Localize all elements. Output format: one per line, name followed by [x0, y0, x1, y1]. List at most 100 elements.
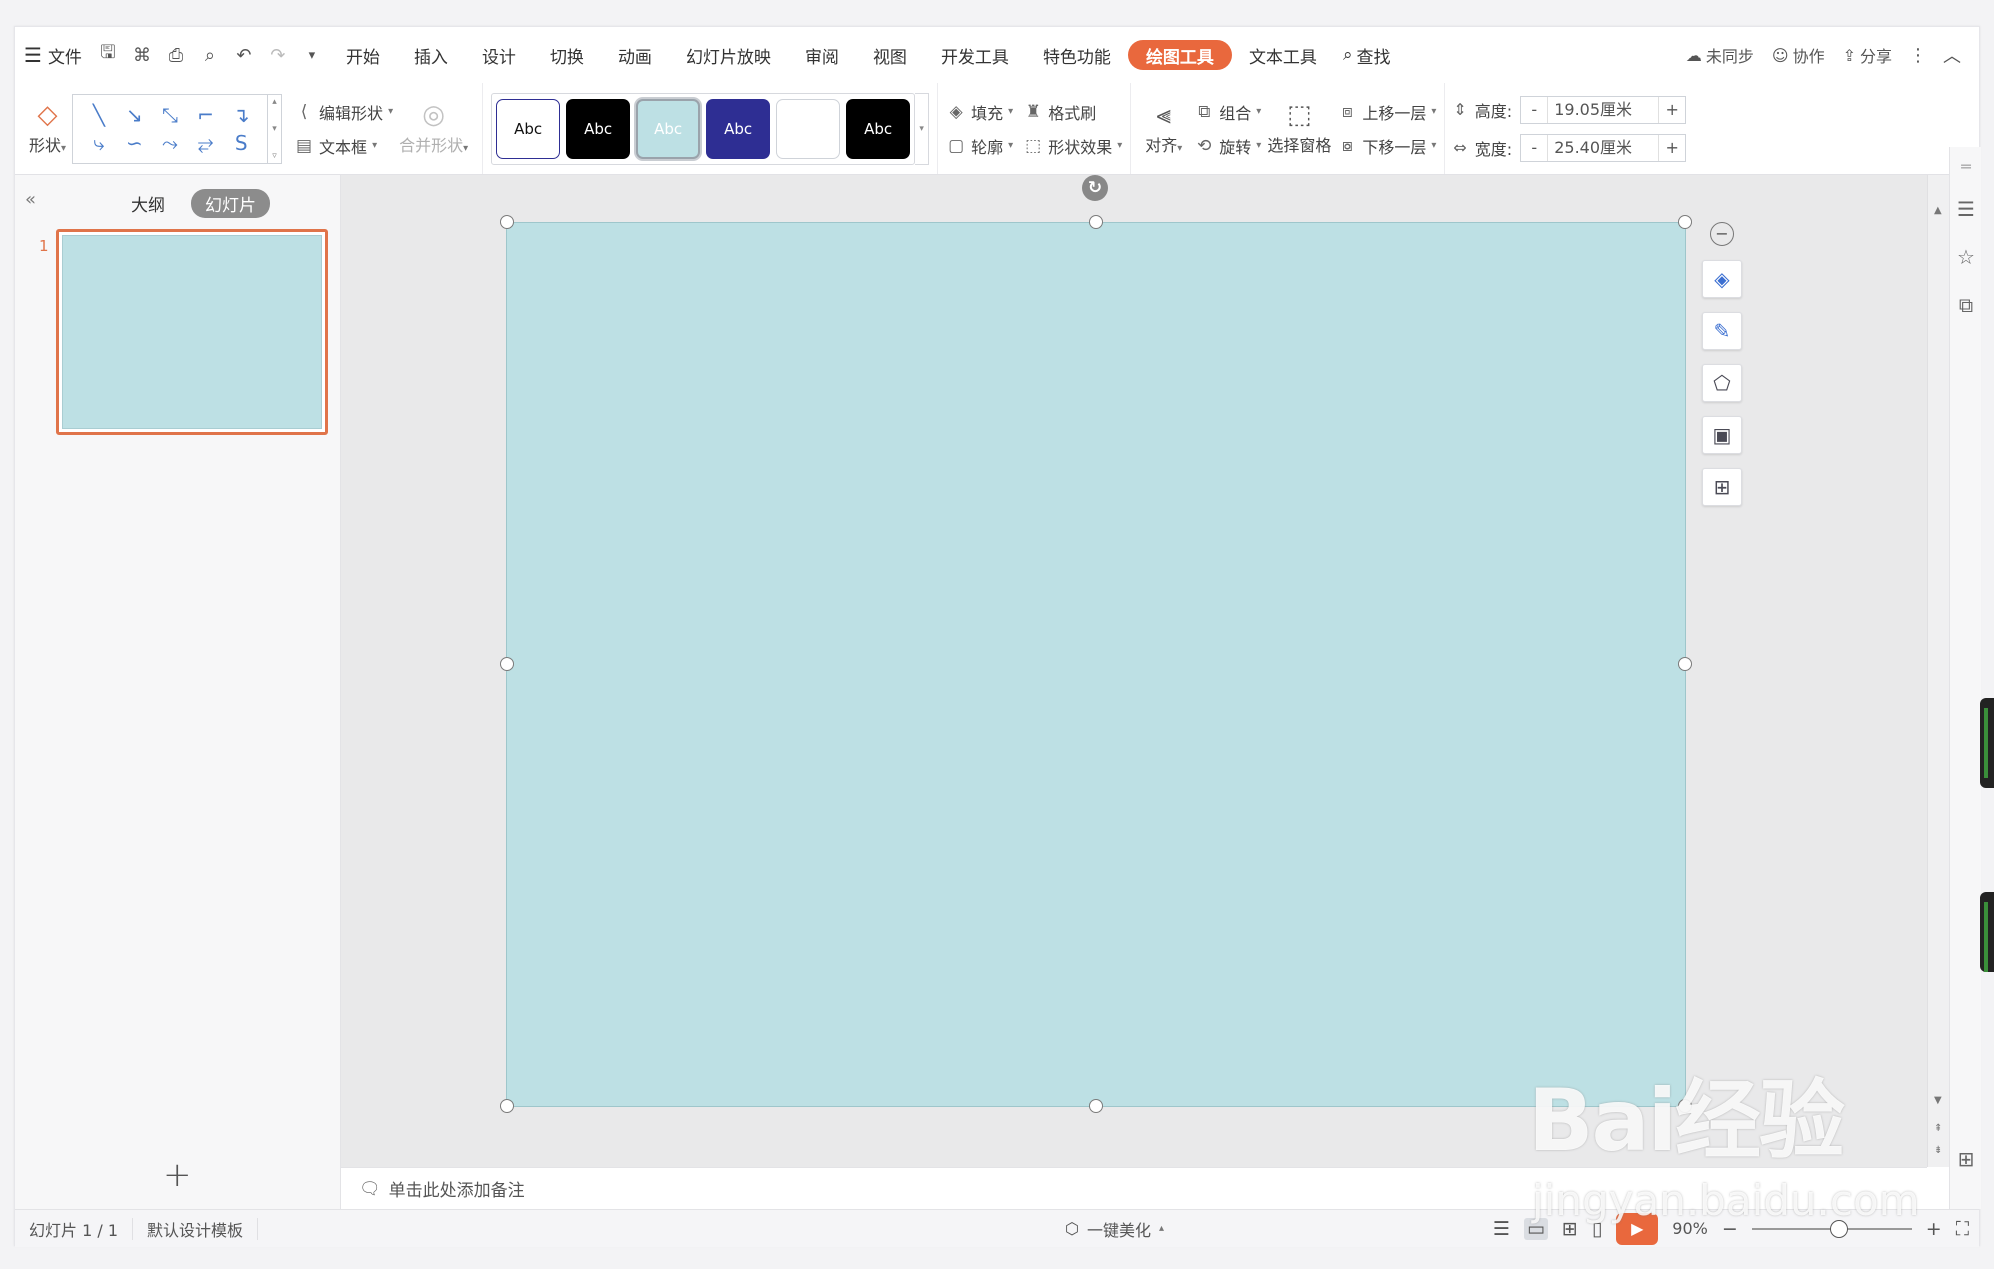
textbox-button[interactable]: ▤ 文本框 ▾ [294, 134, 393, 158]
width-increase-button[interactable]: + [1659, 138, 1685, 157]
zoom-slider[interactable] [1751, 1219, 1912, 1238]
rotate-handle-icon[interactable]: ↻ [1082, 175, 1108, 201]
scroll-up-icon[interactable]: ▴ [272, 97, 277, 107]
resize-handle-top-right[interactable] [1678, 215, 1692, 229]
collapse-panel-icon[interactable]: « [25, 189, 36, 210]
elbow-double-arrow-icon[interactable]: ⤷ [81, 132, 117, 154]
apps-grid-icon[interactable]: ⊞ [1954, 1147, 1978, 1171]
curve-connector-icon[interactable]: ∽ [117, 132, 153, 154]
freeform-curve-icon[interactable]: S [223, 132, 259, 154]
slide-background-rectangle[interactable] [506, 222, 1686, 1107]
format-brush-button[interactable]: ♜ 格式刷 [1023, 100, 1122, 124]
tab-developer[interactable]: 开发工具 [924, 37, 1026, 73]
bring-forward-button[interactable]: ⧈ 上移一层 ▾ [1337, 100, 1436, 124]
curve-arrow-icon[interactable]: ⤳ [152, 132, 188, 154]
expand-gallery-icon[interactable]: ▿ [272, 151, 277, 161]
height-decrease-button[interactable]: - [1521, 100, 1547, 119]
zoom-in-icon[interactable]: + [1926, 1218, 1942, 1240]
outline-button[interactable]: ▢ 轮廓 ▾ [946, 134, 1013, 158]
save-icon[interactable]: 🖫 [91, 37, 125, 73]
outline-style-icon[interactable]: ▣ [1702, 416, 1742, 454]
curve-double-arrow-icon[interactable]: ⥂ [188, 132, 224, 154]
style-swatch-black[interactable]: Abc [566, 98, 631, 159]
style-swatch-black-2[interactable]: Abc [846, 98, 911, 159]
next-slide-icon[interactable]: ⇟ [1934, 1145, 1942, 1156]
collapse-ribbon-icon[interactable]: ︿ [1935, 37, 1969, 73]
resize-handle-top-left[interactable] [500, 215, 514, 229]
resize-handle-right[interactable] [1678, 657, 1692, 671]
elbow-connector-icon[interactable]: ⌐ [188, 104, 224, 126]
share-button[interactable]: ⇪ 分享 [1834, 37, 1901, 73]
width-decrease-button[interactable]: - [1521, 138, 1547, 157]
arrow-line-icon[interactable]: ↘ [117, 104, 153, 126]
style-swatch-light-blue[interactable]: Abc [636, 98, 701, 159]
template-name[interactable]: 默认设计模板 [133, 1217, 259, 1240]
width-input[interactable]: 25.40厘米 [1547, 134, 1660, 161]
tab-transition[interactable]: 切换 [533, 37, 601, 73]
width-spinner[interactable]: - 25.40厘米 + [1520, 133, 1687, 162]
layers-icon[interactable]: ◈ [1702, 260, 1742, 298]
tab-text-tools[interactable]: 文本工具 [1232, 37, 1334, 73]
shape-effect-button[interactable]: ⬚ 形状效果 ▾ [1023, 134, 1122, 158]
pen-icon[interactable]: ✎ [1702, 312, 1742, 350]
shape-button[interactable]: ◇ 形状▾ [23, 89, 72, 169]
edge-widget-tab[interactable] [1980, 698, 1994, 788]
search-button[interactable]: ⌕ 查找 [1334, 37, 1400, 73]
scroll-down-icon[interactable]: ▾ [272, 124, 277, 134]
drag-handle-icon[interactable]: ═ [1954, 157, 1978, 176]
line-shapes-gallery[interactable]: ╲ ↘ ⤡ ⌐ ↴ ⤷ ∽ ⤳ ⥂ S [72, 93, 269, 164]
text-wrap-icon[interactable]: ⊞ [1702, 468, 1742, 506]
animation-star-icon[interactable]: ☆ [1954, 245, 1978, 269]
more-icon[interactable]: ⋮ [1901, 37, 1935, 73]
sync-button[interactable]: ☁ 未同步 [1677, 37, 1763, 73]
rotate-button[interactable]: ⟲ 旋转 ▾ [1194, 134, 1261, 158]
properties-icon[interactable]: ☰ [1954, 197, 1978, 221]
customize-toolbar-icon[interactable]: ▾ [295, 37, 329, 73]
notes-toggle-icon[interactable]: ☰ [1493, 1218, 1510, 1240]
vertical-scrollbar[interactable]: ▲ ▼ ⇞ ⇟ [1927, 175, 1949, 1167]
height-input[interactable]: 19.05厘米 [1547, 96, 1660, 123]
redo-icon[interactable]: ↷ [261, 37, 295, 73]
merge-shape-button[interactable]: ◎ 合并形状▾ [393, 89, 474, 169]
align-button[interactable]: ⫷ 对齐▾ [1139, 89, 1188, 169]
double-arrow-icon[interactable]: ⤡ [152, 104, 188, 126]
add-slide-icon[interactable]: + [163, 1155, 192, 1195]
print-preview-icon[interactable]: ⌕ [193, 37, 227, 73]
collapse-toolbar-icon[interactable]: − [1710, 222, 1734, 246]
scroll-down-icon[interactable]: ▼ [1934, 1095, 1942, 1106]
elbow-arrow-icon[interactable]: ↴ [223, 104, 259, 126]
group-button[interactable]: ⧉ 组合 ▾ [1194, 100, 1261, 124]
height-spinner[interactable]: - 19.05厘米 + [1520, 95, 1687, 124]
send-backward-button[interactable]: ⧇ 下移一层 ▾ [1337, 134, 1436, 158]
undo-icon[interactable]: ↶ [227, 37, 261, 73]
resize-handle-top[interactable] [1089, 215, 1103, 229]
select-pane-button[interactable]: ⬚ 选择窗格 [1261, 89, 1337, 169]
format-painter-icon[interactable]: ⌘ [125, 37, 159, 73]
tab-outline[interactable]: 大纲 [117, 189, 179, 218]
resize-handle-bottom-left[interactable] [500, 1099, 514, 1113]
fit-window-icon[interactable]: ⛶ [1956, 1218, 1969, 1240]
tab-review[interactable]: 审阅 [788, 37, 856, 73]
tab-slideshow[interactable]: 幻灯片放映 [669, 37, 788, 73]
gallery-scroll[interactable]: ▴ ▾ ▿ [268, 93, 283, 164]
scroll-up-icon[interactable]: ▲ [1934, 205, 1942, 216]
style-swatch-navy[interactable]: Abc [706, 98, 771, 159]
style-swatch-white[interactable]: Abc [496, 98, 561, 159]
transition-icon[interactable]: ⧉ [1954, 293, 1978, 317]
tab-view[interactable]: 视图 [856, 37, 924, 73]
tab-home[interactable]: 开始 [329, 37, 397, 73]
tab-insert[interactable]: 插入 [397, 37, 465, 73]
edge-widget-tab-2[interactable] [1980, 892, 1994, 972]
tab-drawing-tools[interactable]: 绘图工具 [1127, 40, 1232, 70]
fill-button[interactable]: ◈ 填充 ▾ [946, 100, 1014, 124]
height-increase-button[interactable]: + [1659, 100, 1685, 119]
expand-styles-icon[interactable]: ▾ [919, 124, 924, 134]
fill-bucket-icon[interactable]: ⬠ [1702, 364, 1742, 402]
file-menu[interactable]: ☰ 文件 [15, 37, 91, 73]
tab-slides[interactable]: 幻灯片 [191, 189, 270, 218]
styles-scroll[interactable]: ▾ [915, 92, 930, 165]
slide-thumbnail[interactable] [56, 229, 328, 435]
resize-handle-bottom[interactable] [1089, 1099, 1103, 1113]
beautify-button[interactable]: ⬡ 一键美化 ▴ [1065, 1217, 1164, 1241]
tab-animation[interactable]: 动画 [601, 37, 669, 73]
